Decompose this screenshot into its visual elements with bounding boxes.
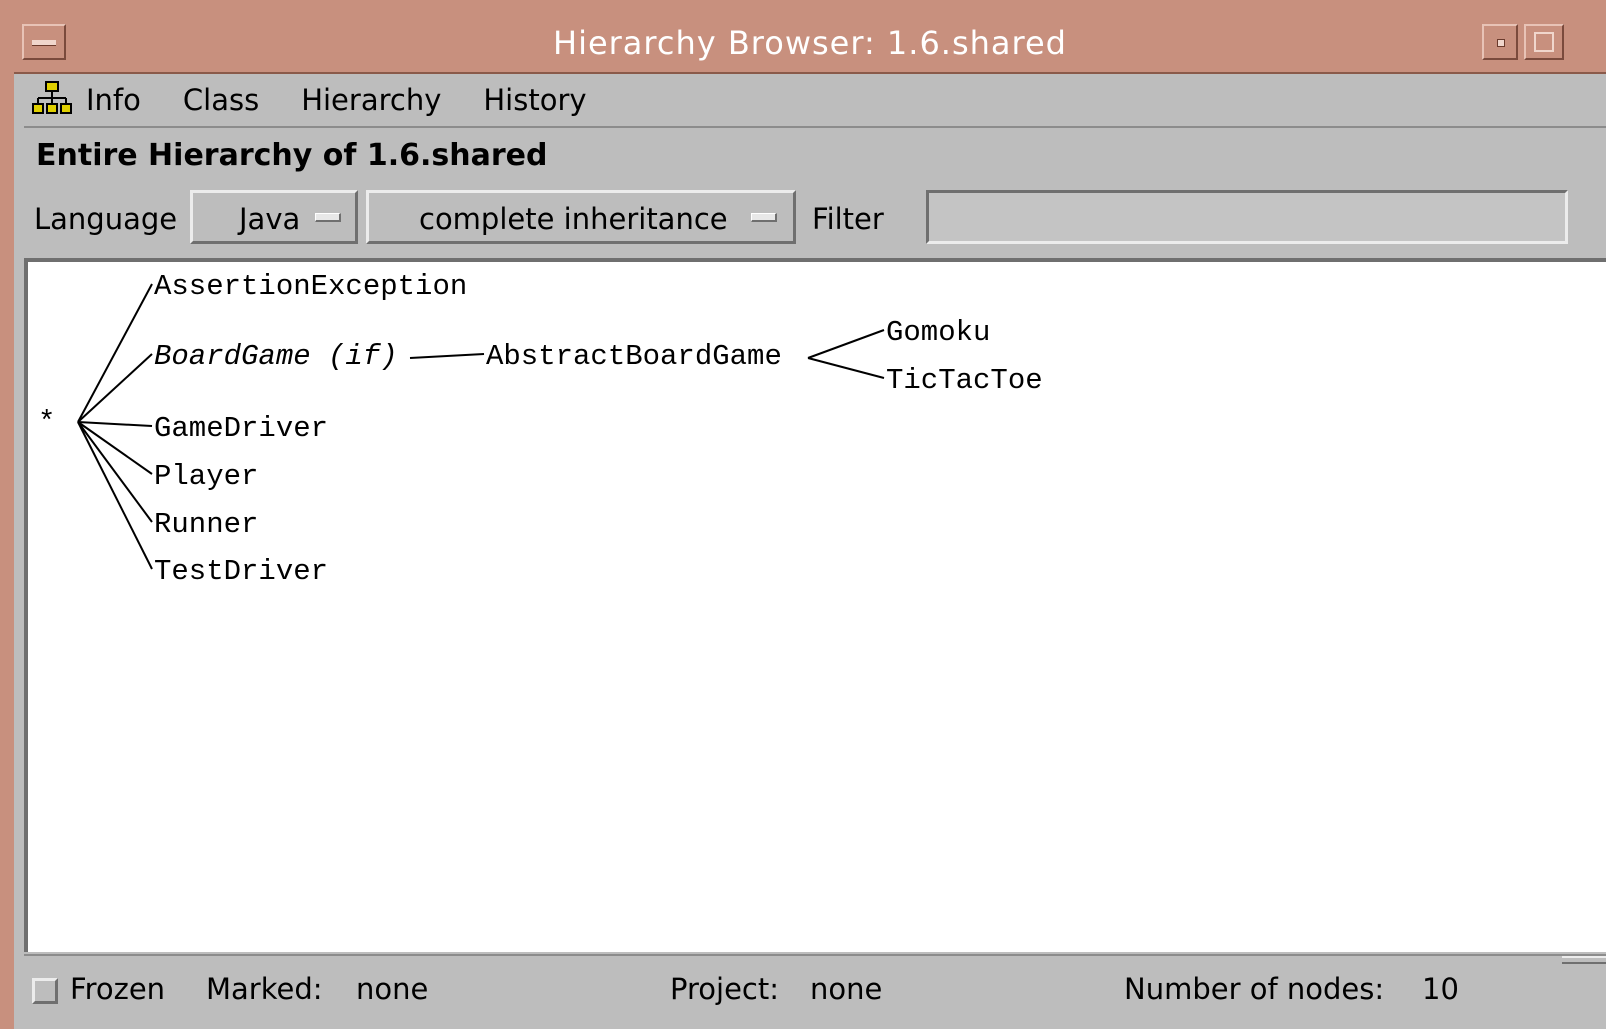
inheritance-mode-select[interactable]: complete inheritance bbox=[366, 190, 796, 244]
tree-edge bbox=[77, 421, 153, 523]
tree-edge bbox=[77, 283, 153, 423]
tree-edge bbox=[77, 421, 153, 570]
class-node-tictactoe[interactable]: TicTacToe bbox=[886, 364, 1043, 397]
class-node-abstractboard[interactable]: AbstractBoardGame bbox=[486, 340, 782, 373]
language-label: Language bbox=[34, 202, 178, 236]
option-menu-indicator-icon bbox=[315, 213, 341, 222]
frozen-checkbox[interactable] bbox=[32, 978, 58, 1004]
language-value: Java bbox=[239, 202, 301, 236]
menu-bar: Info Class Hierarchy History bbox=[24, 74, 1606, 128]
minimize-icon bbox=[1497, 39, 1505, 47]
tree-edge bbox=[807, 357, 885, 379]
tree-edge bbox=[77, 421, 153, 475]
class-node-assertion[interactable]: AssertionException bbox=[154, 270, 467, 303]
class-node-testdriver[interactable]: TestDriver bbox=[154, 555, 328, 588]
menu-history[interactable]: History bbox=[483, 83, 586, 117]
class-node-runner[interactable]: Runner bbox=[154, 508, 258, 541]
marked-value: none bbox=[356, 972, 429, 1006]
maximize-icon bbox=[1534, 32, 1554, 52]
title-bar[interactable]: Hierarchy Browser: 1.6.shared bbox=[14, 14, 1606, 74]
controls-row: Language Java complete inheritance Filte… bbox=[34, 190, 1606, 248]
hierarchy-browser-window: Hierarchy Browser: 1.6.shared Info Class… bbox=[14, 14, 1606, 1029]
tree-edge bbox=[807, 329, 885, 359]
node-count-label: Number of nodes: bbox=[1124, 972, 1385, 1006]
minimize-button[interactable] bbox=[1482, 24, 1518, 60]
node-count-value: 10 bbox=[1422, 972, 1459, 1006]
window-title: Hierarchy Browser: 1.6.shared bbox=[553, 24, 1067, 62]
menu-info[interactable]: Info bbox=[86, 83, 141, 117]
status-bar: Frozen Marked: none Project: none Number… bbox=[24, 954, 1606, 1029]
project-label: Project: bbox=[670, 972, 779, 1006]
tree-edge bbox=[77, 421, 153, 427]
class-node-gomoku[interactable]: Gomoku bbox=[886, 316, 990, 349]
tree-edge bbox=[409, 353, 485, 359]
tree-root[interactable]: * bbox=[38, 406, 55, 439]
option-menu-indicator-icon bbox=[751, 213, 777, 222]
tree-edge bbox=[77, 353, 153, 423]
hierarchy-icon bbox=[32, 80, 72, 120]
hierarchy-canvas[interactable]: * AssertionException BoardGame (if) Abstrac… bbox=[24, 258, 1606, 952]
project-value: none bbox=[810, 972, 883, 1006]
class-node-player[interactable]: Player bbox=[154, 460, 258, 493]
language-select[interactable]: Java bbox=[190, 190, 358, 244]
resize-handle[interactable] bbox=[1562, 956, 1606, 964]
page-title: Entire Hierarchy of 1.6.shared bbox=[36, 138, 548, 173]
marked-label: Marked: bbox=[206, 972, 323, 1006]
frozen-label: Frozen bbox=[70, 972, 166, 1006]
hierarchy-tree: * AssertionException BoardGame (if) Abstrac… bbox=[38, 270, 1043, 588]
menu-hierarchy[interactable]: Hierarchy bbox=[301, 83, 441, 117]
filter-input[interactable] bbox=[926, 190, 1568, 244]
maximize-button[interactable] bbox=[1524, 24, 1564, 60]
class-node-boardgame[interactable]: BoardGame (if) bbox=[154, 340, 398, 373]
filter-label: Filter bbox=[812, 202, 884, 236]
inheritance-mode-value: complete inheritance bbox=[419, 202, 728, 236]
menu-class[interactable]: Class bbox=[183, 83, 259, 117]
class-node-gamedriver[interactable]: GameDriver bbox=[154, 412, 328, 445]
